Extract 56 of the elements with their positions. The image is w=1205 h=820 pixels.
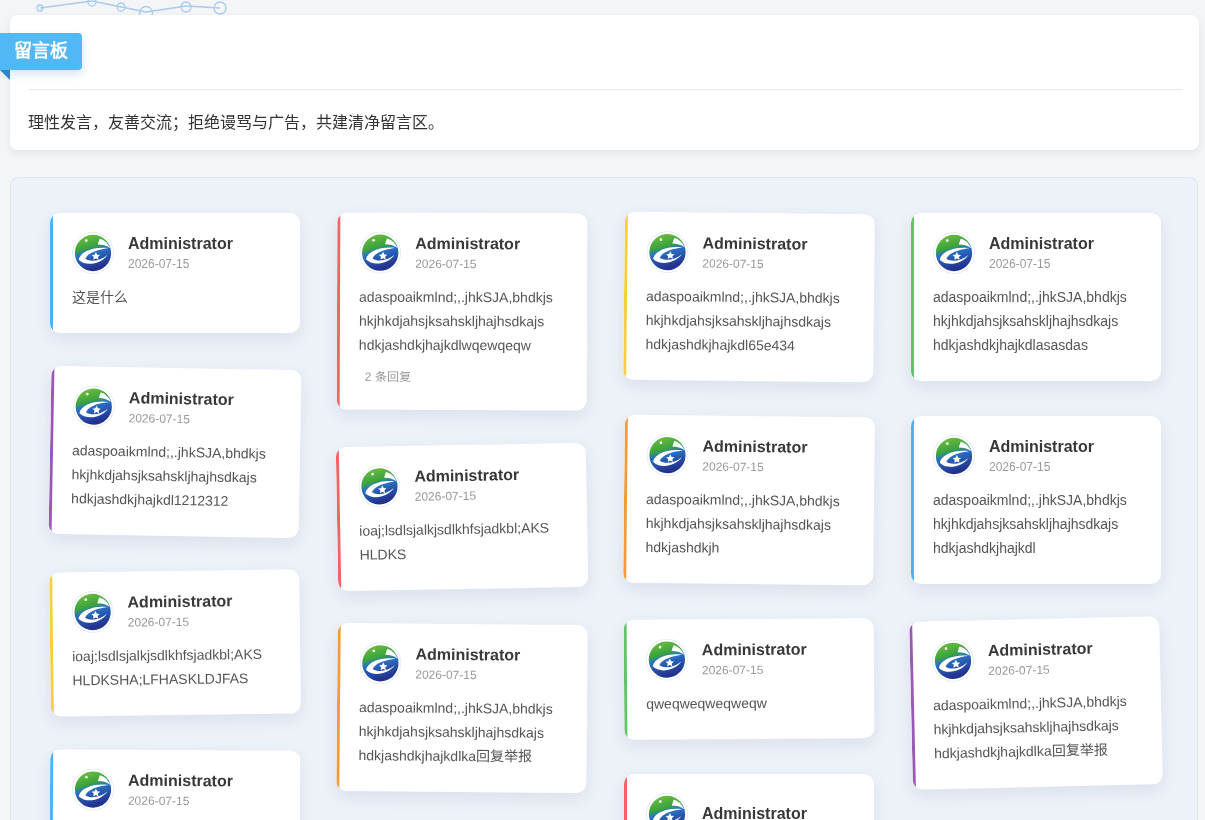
message-text: adaspoaikmlnd;,.jhkSJA,bhdkjs hkjhkdjahsjksahskljhajhsdkajs hdkjashdkjhajkdlka回复举报 [932, 691, 1128, 764]
post-date: 2026-07-15 [702, 255, 764, 272]
avatar-icon [359, 231, 402, 274]
message-text: adaspoaikmlnd;,.jhkSJA,bhdkjs hkjhkdjahsjksahskljhajhsdkajs hdkjashdkjhajkdl1212312 [70, 441, 267, 511]
message-text: adaspoaikmlnd;,.jhkSJA,bhdkjs hkjhkdjahsjksahskljhajhsdkajs hdkjashdkjhajkdl [933, 491, 1128, 558]
author-name: Administrator [989, 234, 1094, 253]
post-date: 2026-07-15 [127, 613, 190, 631]
post-date: 2026-07-15 [415, 666, 477, 683]
post-date: 2026-07-15 [415, 255, 477, 272]
board-title: 留言板 [0, 33, 82, 70]
message-text: adaspoaikmlnd;,.jhkSJA,bhdkjs hkjhkdjahsjksahskljhajhsdkajs hdkjashdkjhajkdlwqewqeqw [358, 287, 554, 356]
avatar-icon [646, 433, 689, 477]
author-name: Administrator [702, 805, 807, 820]
reply-count-link[interactable]: 2 条回复 [360, 364, 415, 386]
message-text: ioaj;lsdlsjalkjsdlkhfsjadkbl;AKS HLDKSHA;LFHASKLDJFAS [72, 644, 264, 691]
message-text: adaspoaikmlnd;,.jhkSJA,bhdkjs hkjhkdjahsjksahskljhajhsdkajs hdkjashdkjhajkdl65e434 [645, 286, 841, 356]
author-name: Administrator [415, 645, 521, 664]
post-date: 2026-07-15 [414, 487, 477, 505]
post-date: 2026-07-15 [701, 661, 764, 678]
post-date: 2026-07-15 [988, 661, 1050, 679]
message-text: adaspoaikmlnd;,.jhkSJA,bhdkjs hkjhkdjahsjksahskljhajhsdkajs hdkjashdkjhajkdlasasdas [933, 288, 1128, 355]
avatar-icon [72, 232, 114, 274]
post-date: 2026-07-15 [128, 255, 190, 272]
author-name: Administrator [415, 234, 521, 253]
message-text: 这是什么 [72, 288, 129, 307]
author-name: Administrator [702, 234, 808, 254]
post-date: 2026-07-15 [989, 458, 1051, 475]
avatar-icon [359, 642, 402, 685]
post-date: 2026-07-15 [127, 792, 190, 809]
post-date: 2026-07-15 [702, 458, 764, 475]
author-name: Administrator [414, 465, 520, 486]
avatar-icon [72, 385, 116, 428]
avatar-icon [645, 638, 688, 681]
post-date: 2026-07-15 [989, 255, 1051, 272]
avatar-icon [933, 435, 975, 477]
avatar-icon [71, 768, 115, 811]
message-text: qweqweqweqweqw [646, 693, 768, 714]
message-text: ioaj;lsdlsjalkjsdlkhfsjadkbl;AKS HLDKS [359, 518, 551, 565]
avatar-icon [646, 230, 689, 274]
author-name: Administrator [989, 437, 1094, 456]
author-name: Administrator [701, 640, 807, 659]
author-name: Administrator [128, 234, 233, 253]
author-name: Administrator [128, 388, 234, 409]
author-name: Administrator [987, 639, 1093, 660]
author-name: Administrator [702, 437, 808, 457]
avatar-icon [71, 590, 114, 634]
author-name: Administrator [127, 591, 233, 612]
avatar-icon [931, 639, 975, 683]
author-name: Administrator [128, 771, 233, 790]
notice-text: 理性发言，友善交流；拒绝谩骂与广告，共建清净留言区。 [28, 113, 445, 133]
avatar-icon [358, 465, 401, 508]
avatar-icon [933, 232, 975, 274]
message-text: adaspoaikmlnd;,.jhkSJA,bhdkjs hkjhkdjahsjksahskljhajhsdkajs hdkjashdkjhajkdlka回复举报 [358, 698, 554, 767]
post-date: 2026-07-15 [128, 409, 191, 427]
message-text: adaspoaikmlnd;,.jhkSJA,bhdkjs hkjhkdjahsjksahskljhajhsdkajs hdkjashdkjh [645, 489, 841, 558]
ribbon-fold-icon [0, 70, 10, 80]
